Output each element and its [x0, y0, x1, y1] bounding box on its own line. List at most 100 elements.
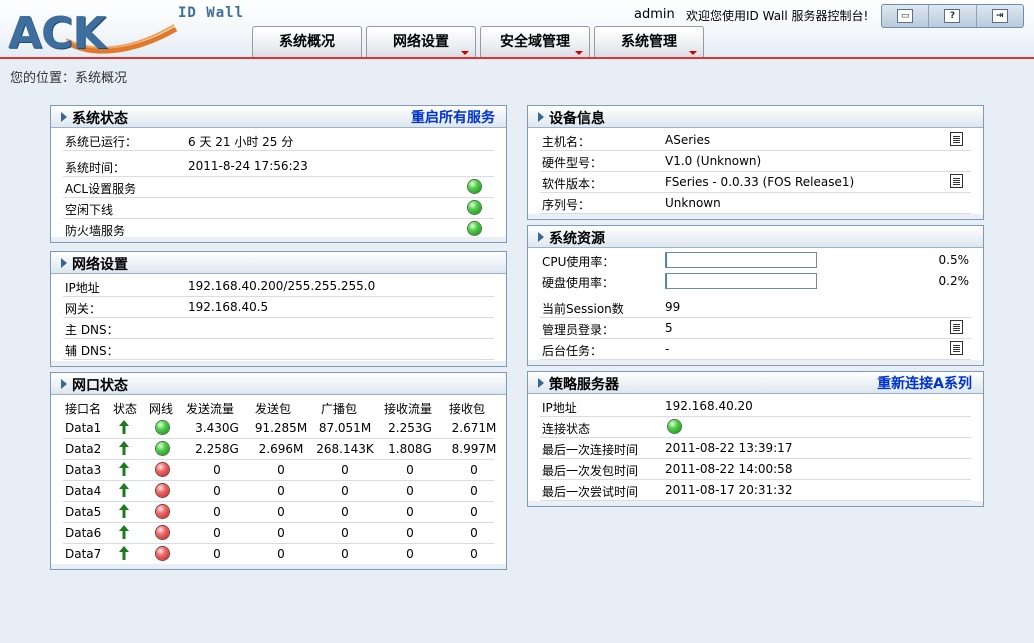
chevron-down-icon: [575, 51, 583, 55]
port-bc-value: 0: [341, 547, 349, 561]
tab-system-overview[interactable]: 系统概况: [252, 26, 362, 58]
hardware-value: V1.0 (Unknown): [665, 154, 762, 168]
port-name: Data3: [65, 463, 102, 477]
panel-header: 系统资源: [528, 226, 983, 248]
panel-footer: [51, 564, 506, 569]
port-rx-value: 0: [406, 526, 414, 540]
uptime-value: 6 天 21 小时 25 分: [188, 135, 294, 149]
window-button[interactable]: ▭: [882, 5, 930, 27]
cable-disconnected-icon: [156, 505, 169, 518]
restart-all-services-link[interactable]: 重启所有服务: [411, 107, 495, 127]
port-rxp-value: 0: [470, 526, 478, 540]
port-rxp-value: 0: [470, 463, 478, 477]
cable-connected-icon: [156, 421, 169, 434]
list-doc-icon[interactable]: [950, 341, 963, 355]
upgrade-doc-icon[interactable]: [950, 174, 963, 188]
panel-footer: [528, 501, 983, 506]
port-tx-value: 0: [213, 526, 221, 540]
session-value: 99: [665, 300, 681, 314]
hardware-label: 硬件型号：: [542, 156, 603, 170]
product-name: ID Wall: [178, 5, 245, 21]
table-row: Data6 0 0 0 0 0: [63, 523, 494, 544]
edit-doc-icon[interactable]: [950, 132, 963, 146]
last-send-row: 最后一次发包时间 2011-08-22 14:00:58: [540, 459, 971, 480]
port-tx-value: 0: [213, 484, 221, 498]
cpu-usage-bar: [665, 252, 817, 268]
table-row: Data2 2.258G 2.696M 268.143K 1.808G 8.997M: [63, 439, 496, 460]
link-up-arrow-icon: [119, 462, 129, 476]
panel-footer: [528, 214, 983, 219]
port-bc-value: 268.143K: [316, 442, 374, 456]
policy-ip-value: 192.168.40.20: [665, 399, 753, 413]
background-task-value: -: [665, 342, 670, 356]
disk-label: 硬盘使用率：: [542, 276, 615, 290]
cable-disconnected-icon: [156, 484, 169, 497]
ip-value: 192.168.40.200/255.255.255.0: [188, 279, 376, 293]
column-header: 发送包: [255, 402, 292, 416]
port-txp-value: 0: [277, 547, 285, 561]
panel-header: 策略服务器 重新连接A系列: [528, 372, 983, 394]
port-rxp-value: 0: [470, 547, 478, 561]
primary-dns-label: 主 DNS：: [65, 323, 119, 337]
hostname-row: 主机名： ASeries: [540, 130, 971, 151]
tab-system-management[interactable]: 系统管理: [594, 26, 704, 58]
ip-row: IP地址 192.168.40.200/255.255.255.0: [63, 276, 494, 297]
ip-label: IP地址: [65, 281, 100, 295]
port-name: Data2: [65, 442, 102, 456]
port-txp-value: 2.696M: [258, 442, 304, 456]
serial-value: Unknown: [665, 196, 721, 210]
help-button[interactable]: ?: [929, 5, 977, 27]
disk-row: 硬盘使用率： 0.2%: [540, 271, 971, 291]
chevron-down-icon: [461, 51, 469, 55]
software-value: FSeries - 0.0.33 (FOS Release1): [665, 175, 855, 189]
port-name: Data6: [65, 526, 102, 540]
disk-usage-bar: [665, 273, 817, 289]
list-doc-icon[interactable]: [950, 320, 963, 334]
background-task-row: 后台任务： -: [540, 339, 971, 360]
port-tx-value: 3.430G: [195, 421, 239, 435]
link-up-arrow-icon: [119, 546, 129, 560]
tab-label: 安全域管理: [500, 34, 570, 50]
port-txp-value: 0: [277, 484, 285, 498]
port-txp-value: 0: [277, 463, 285, 477]
port-rx-value: 2.253G: [388, 421, 432, 435]
system-resources-panel: 系统资源 CPU使用率： 0.5% 硬盘使用率： 0.2% 当前Session数…: [527, 225, 984, 366]
port-rxp-value: 8.997M: [451, 442, 497, 456]
panel-title: 系统资源: [549, 231, 605, 247]
column-header: 发送流量: [186, 402, 235, 416]
logo-text: ACK: [8, 8, 106, 59]
port-rxp-value: 2.671M: [451, 421, 497, 435]
window-icon: ▭: [897, 9, 914, 23]
reconnect-a-series-link[interactable]: 重新连接A系列: [877, 373, 972, 393]
tab-security-domain[interactable]: 安全域管理: [480, 26, 590, 58]
policy-ip-label: IP地址: [542, 401, 577, 415]
uptime-label: 系统已运行：: [65, 135, 138, 149]
hostname-label: 主机名：: [542, 135, 591, 149]
serial-label: 序列号：: [542, 198, 591, 212]
connection-status-row: 连接状态: [540, 417, 971, 438]
status-ok-icon: [668, 420, 681, 433]
service-label: 空闲下线: [65, 203, 114, 217]
cpu-usage-fill: [666, 253, 667, 267]
table-row: Data7 0 0 0 0 0: [63, 544, 494, 565]
tab-label: 系统管理: [621, 34, 677, 50]
link-up-arrow-icon: [119, 525, 129, 539]
help-icon: ?: [944, 9, 961, 23]
port-name: Data5: [65, 505, 102, 519]
tab-network-settings[interactable]: 网络设置: [366, 26, 476, 58]
welcome-text: 欢迎您使用ID Wall 服务器控制台!: [686, 9, 869, 23]
cable-disconnected-icon: [156, 547, 169, 560]
network-settings-panel: 网络设置 IP地址 192.168.40.200/255.255.255.0 网…: [50, 251, 507, 367]
port-rx-value: 0: [406, 463, 414, 477]
logout-button[interactable]: ⇥: [977, 5, 1023, 27]
primary-dns-row: 主 DNS：: [63, 318, 494, 339]
port-txp-value: 91.285M: [254, 421, 308, 435]
panel-header: 系统状态 重启所有服务: [51, 106, 506, 128]
last-try-label: 最后一次尝试时间: [542, 485, 639, 499]
current-user: admin: [634, 7, 675, 22]
chevron-down-icon: [689, 51, 697, 55]
port-bc-value: 87.051M: [318, 421, 372, 435]
last-connect-label: 最后一次连接时间: [542, 443, 639, 457]
secondary-dns-row: 辅 DNS：: [63, 339, 494, 360]
breadcrumb: 您的位置：系统概况: [10, 71, 128, 86]
